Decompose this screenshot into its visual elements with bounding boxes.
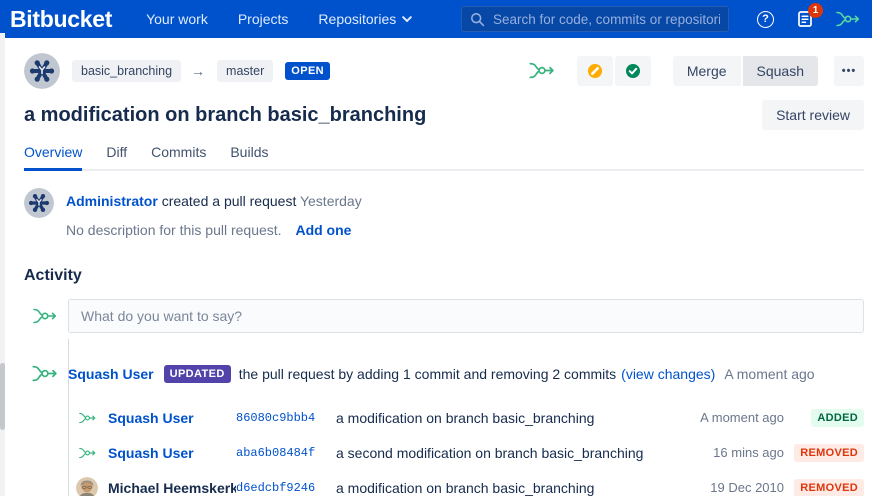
person-photo-icon [76,477,98,496]
pull-request-status-icon [529,62,555,79]
activity-heading: Activity [24,267,864,285]
more-actions-button[interactable] [834,56,864,86]
update-user-link[interactable]: Squash User [68,366,154,382]
commit-message: a modification on branch basic_branching [336,480,688,496]
commit-status-badge: ADDED [811,409,864,427]
commit-time: A moment ago [688,410,784,425]
pr-state-badge: OPEN [285,62,330,80]
avatar-icon [24,188,54,218]
event-action: created a pull request [162,193,297,209]
update-text: the pull request by adding 1 commit and … [239,366,616,382]
commit-row: Squash User 86080c9bbb4 a modification o… [24,400,864,435]
help-icon [757,11,774,28]
tab-commits[interactable]: Commits [151,144,206,171]
avatar-icon [24,53,60,89]
pull-request-icon [32,365,58,382]
commit-hash-link[interactable]: aba6b08484f [236,446,336,460]
branch-arrow: → [191,63,205,79]
nav-repositories[interactable]: Repositories [318,11,412,27]
commit-hash-link[interactable]: 86080c9bbb4 [236,411,336,425]
chevron-down-icon [402,16,412,23]
commit-time: 19 Dec 2010 [688,480,784,495]
target-branch-lozenge[interactable]: master [217,60,273,82]
pending-status-icon [587,63,603,79]
commit-author: Michael Heemskerk [108,480,236,496]
administrator-link[interactable]: Administrator [66,193,158,209]
builds-status-button[interactable] [615,56,651,86]
commit-author-link[interactable]: Squash User [108,445,236,461]
comment-input[interactable] [68,299,864,333]
search-icon [470,12,485,27]
updated-badge: UPDATED [164,365,231,383]
administrator-avatar[interactable] [24,188,54,218]
reviews-button[interactable]: 1 [796,10,814,28]
success-check-icon [625,63,641,79]
event-time: Yesterday [300,193,362,209]
view-changes-link[interactable]: (view changes) [621,366,715,382]
pull-request-icon [79,447,96,459]
commit-message: a modification on branch basic_branching [336,410,688,426]
commit-time: 16 mins ago [688,445,784,460]
help-button[interactable] [757,11,774,28]
commit-row: Michael Heemskerk d6edcbf9246 a modifica… [24,470,864,496]
global-search[interactable] [461,6,729,32]
author-avatar[interactable] [24,53,60,89]
tab-builds[interactable]: Builds [230,144,268,171]
pull-request-icon [836,11,860,27]
pull-request-icon [79,412,96,424]
pr-tabs: Overview Diff Commits Builds [24,144,864,171]
nav-your-work[interactable]: Your work [146,11,208,27]
page-title: a modification on branch basic_branching [24,104,426,127]
bitbucket-logo[interactable]: Bitbucket [10,6,112,33]
commit-row: Squash User aba6b08484f a second modific… [24,435,864,470]
source-branch-lozenge[interactable]: basic_branching [72,60,181,82]
update-event: Squash User UPDATED the pull request by … [24,361,864,386]
commit-message: a second modification on branch basic_br… [336,445,688,461]
commit-author-link[interactable]: Squash User [108,410,236,426]
tab-overview[interactable]: Overview [24,144,82,171]
created-event: Administrator created a pull request Yes… [24,188,864,238]
commit-status-badge: REMOVED [794,479,864,496]
pull-requests-nav-button[interactable] [836,11,860,27]
scrollbar-thumb[interactable] [0,363,5,430]
tab-diff[interactable]: Diff [106,144,127,171]
pr-header: basic_branching → master OPEN [24,38,864,90]
update-time: A moment ago [724,366,814,382]
reviewers-status-button[interactable] [577,56,613,86]
comment-composer [24,299,864,333]
pull-request-icon [33,308,57,324]
top-navbar: Bitbucket Your work Projects Repositorie… [0,0,872,38]
nav-projects[interactable]: Projects [238,11,289,27]
commit-list: Squash User 86080c9bbb4 a modification o… [24,400,864,496]
merge-button[interactable]: Merge [673,56,741,86]
no-description-text: No description for this pull request. [66,222,282,238]
commit-status-badge: REMOVED [794,444,864,462]
squash-button[interactable]: Squash [743,56,818,86]
add-description-link[interactable]: Add one [295,222,351,238]
start-review-button[interactable]: Start review [762,100,864,130]
notification-badge: 1 [808,3,823,18]
activity-feed: Squash User UPDATED the pull request by … [24,299,864,496]
committer-avatar [76,477,98,496]
commit-hash-link[interactable]: d6edcbf9246 [236,481,336,495]
search-input[interactable] [493,12,720,27]
left-scrollbar[interactable] [0,33,5,496]
